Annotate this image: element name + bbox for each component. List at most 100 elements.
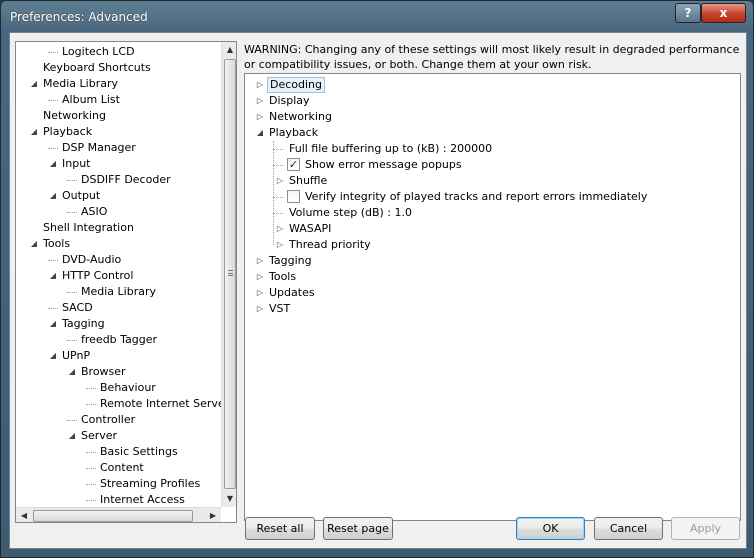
tree-item[interactable]: Media Library	[41, 76, 120, 92]
expand-arrow-icon[interactable]: ◢	[67, 428, 77, 444]
tree-item[interactable]: Browser	[79, 364, 128, 380]
expand-arrow-icon[interactable]: ◢	[48, 188, 58, 204]
tree-item[interactable]: Streaming Profiles	[98, 476, 202, 492]
preferences-window: Preferences: Advanced ? x Logitech LCD Ke…	[0, 0, 754, 558]
expand-arrow-icon[interactable]: ◢	[29, 124, 39, 140]
tree-item[interactable]: Input	[60, 156, 92, 172]
reset-all-button[interactable]: Reset all	[245, 517, 315, 540]
setting-item[interactable]: Updates	[267, 285, 317, 301]
tree-connector	[273, 141, 274, 245]
expand-arrow-icon[interactable]: ◢	[255, 125, 265, 141]
setting-item[interactable]: Decoding	[267, 77, 326, 93]
expand-arrow-icon[interactable]: ▷	[255, 269, 265, 285]
ok-button[interactable]: OK	[516, 517, 585, 540]
tree-connector	[67, 340, 77, 341]
preferences-tree-view: Logitech LCD Keyboard Shortcuts ◢ Media Lib…	[16, 42, 221, 507]
tree-item[interactable]: SACD	[60, 300, 95, 316]
tree-item[interactable]: Server	[79, 428, 119, 444]
title-bar[interactable]: Preferences: Advanced ? x	[1, 1, 753, 33]
tree-item[interactable]: Album List	[60, 92, 122, 108]
tree-item[interactable]: Content	[98, 460, 146, 476]
tree-connector	[67, 212, 77, 213]
setting-item[interactable]: Thread priority	[287, 237, 373, 253]
setting-item[interactable]: Tools	[267, 269, 298, 285]
tree-item[interactable]: DSP Manager	[60, 140, 138, 156]
setting-item[interactable]: Shuffle	[287, 173, 329, 189]
tree-item[interactable]: freedb Tagger	[79, 332, 159, 348]
expand-arrow-icon[interactable]: ▷	[275, 237, 285, 253]
setting-item[interactable]: Playback	[267, 125, 320, 141]
scroll-right-arrow-icon[interactable]: ▶	[205, 508, 221, 522]
expand-arrow-icon[interactable]: ◢	[48, 316, 58, 332]
tree-item[interactable]: Playback	[41, 124, 94, 140]
setting-item[interactable]: Show error message popups	[303, 157, 464, 173]
tree-item[interactable]: Shell Integration	[41, 220, 136, 236]
setting-checkbox[interactable]: ✓	[287, 158, 300, 171]
expand-arrow-icon[interactable]: ◢	[48, 268, 58, 284]
expand-arrow-icon[interactable]: ◢	[67, 364, 77, 380]
tree-connector	[86, 452, 96, 453]
expand-arrow-icon[interactable]: ▷	[255, 77, 265, 93]
tree-connector	[86, 388, 96, 389]
reset-page-button[interactable]: Reset page	[323, 517, 393, 540]
expand-arrow-icon[interactable]: ◢	[48, 156, 58, 172]
tree-connector	[48, 148, 58, 149]
tree-vertical-scroll-thumb[interactable]	[224, 59, 236, 489]
apply-button[interactable]: Apply	[671, 517, 740, 540]
tree-item[interactable]: Keyboard Shortcuts	[41, 60, 153, 76]
scroll-up-arrow-icon[interactable]: ▲	[222, 42, 236, 58]
tree-item[interactable]: Networking	[41, 108, 108, 124]
expand-arrow-icon[interactable]: ◢	[29, 236, 39, 252]
expand-arrow-icon[interactable]: ▷	[255, 285, 265, 301]
setting-item[interactable]: Tagging	[267, 253, 314, 269]
tree-vertical-scrollbar[interactable]: ▲ ▼	[221, 42, 236, 507]
tree-item[interactable]: Behaviour	[98, 380, 158, 396]
scroll-down-arrow-icon[interactable]: ▼	[222, 491, 236, 507]
expand-arrow-icon[interactable]: ▷	[275, 173, 285, 189]
expand-arrow-icon[interactable]: ▷	[255, 301, 265, 317]
tree-connector	[273, 213, 283, 214]
expand-arrow-icon[interactable]: ▷	[255, 109, 265, 125]
tree-item[interactable]: HTTP Control	[60, 268, 135, 284]
tree-item[interactable]: Media Library	[79, 284, 158, 300]
setting-item[interactable]: WASAPI	[287, 221, 333, 237]
tree-connector	[48, 52, 58, 53]
tree-item[interactable]: Tools	[41, 236, 72, 252]
tree-item[interactable]: Tagging	[60, 316, 107, 332]
setting-item[interactable]: Networking	[267, 109, 334, 125]
setting-item[interactable]: Full file buffering up to (kB) : 200000	[287, 141, 494, 157]
tree-item[interactable]: Basic Settings	[98, 444, 180, 460]
tree-item[interactable]: Output	[60, 188, 102, 204]
tree-item[interactable]: Logitech LCD	[60, 44, 137, 60]
expand-arrow-icon[interactable]: ▷	[255, 93, 265, 109]
grip-icon	[228, 270, 233, 276]
tree-item[interactable]: Controller	[79, 412, 137, 428]
expand-arrow-icon[interactable]: ◢	[29, 76, 39, 92]
setting-checkbox[interactable]	[287, 190, 300, 203]
tree-item[interactable]: ASIO	[79, 204, 109, 220]
scroll-left-arrow-icon[interactable]: ◀	[16, 508, 32, 522]
tree-item[interactable]: DVD-Audio	[60, 252, 123, 268]
setting-item[interactable]: Volume step (dB) : 1.0	[287, 205, 414, 221]
tree-horizontal-scroll-thumb[interactable]	[33, 510, 193, 522]
setting-item[interactable]: Verify integrity of played tracks and re…	[303, 189, 649, 205]
tree-connector	[86, 500, 96, 501]
setting-item[interactable]: VST	[267, 301, 292, 317]
close-button[interactable]: x	[701, 3, 746, 23]
tree-item[interactable]: DSDIFF Decoder	[79, 172, 173, 188]
expand-arrow-icon[interactable]: ◢	[48, 348, 58, 364]
warning-text: WARNING: Changing any of these settings …	[244, 43, 740, 71]
tree-horizontal-scrollbar[interactable]: ◀ ▶	[16, 507, 221, 522]
tree-connector	[86, 404, 96, 405]
tree-item[interactable]: Remote Internet Servers	[98, 396, 221, 412]
tree-item[interactable]: UPnP	[60, 348, 92, 364]
help-button[interactable]: ?	[675, 3, 701, 23]
expand-arrow-icon[interactable]: ▷	[255, 253, 265, 269]
tree-connector	[86, 468, 96, 469]
tree-connector	[273, 197, 283, 198]
setting-item[interactable]: Display	[267, 93, 312, 109]
tree-item[interactable]: Internet Access	[98, 492, 187, 507]
cancel-button[interactable]: Cancel	[594, 517, 663, 540]
expand-arrow-icon[interactable]: ▷	[275, 221, 285, 237]
tree-connector	[67, 420, 77, 421]
